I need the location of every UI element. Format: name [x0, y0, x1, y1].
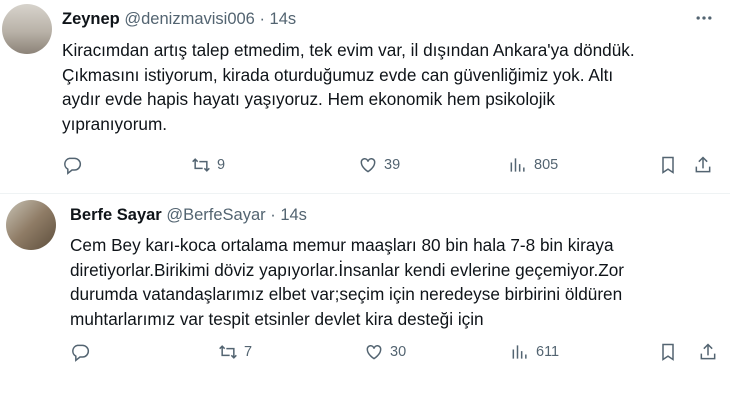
- author-name[interactable]: Zeynep: [62, 10, 120, 28]
- bookmark-icon: [662, 343, 674, 361]
- tweet-line: Kiracımdan artış talep etmedim, tek evim…: [62, 40, 635, 60]
- author-handle[interactable]: @BerfeSayar: [166, 206, 265, 224]
- tweet-line: yıpranıyorum.: [62, 113, 168, 134]
- share-icon: [695, 156, 711, 173]
- share-icon: [700, 343, 716, 360]
- tweet-text: Cem Bey karı-koca ortalama memur maaşlar…: [70, 233, 624, 331]
- views-icon: [512, 345, 527, 359]
- reply-button[interactable]: [70, 342, 96, 362]
- tweet-line: Çıkmasını istiyorum, kirada oturduğumuz …: [62, 64, 614, 85]
- tweet-text: Kiracımdan artış talep etmedim, tek evim…: [62, 38, 635, 136]
- separator: ·: [270, 206, 276, 224]
- separator: ·: [259, 10, 265, 28]
- reply-button[interactable]: [62, 155, 88, 175]
- tweet-header: Berfe Sayar @BerfeSayar · 14s: [70, 206, 307, 225]
- tweet[interactable]: Berfe Sayar @BerfeSayar · 14s Cem Bey ka…: [0, 194, 730, 420]
- timestamp[interactable]: 14s: [280, 206, 307, 224]
- action-bar: 7 30 611: [0, 342, 730, 366]
- tweet-line: Cem Bey karı-koca ortalama memur maaşlar…: [70, 235, 614, 255]
- tweet-line: muhtarlarımız var tespit etsinler devlet…: [70, 308, 484, 329]
- views-icon: [510, 158, 525, 172]
- views-button[interactable]: 611: [510, 342, 559, 362]
- like-count: 30: [390, 344, 407, 360]
- view-count: 611: [536, 344, 560, 360]
- like-button[interactable]: 39: [358, 155, 400, 175]
- more-button[interactable]: [694, 8, 722, 28]
- share-button[interactable]: [693, 155, 713, 175]
- like-count: 39: [384, 157, 401, 173]
- retweet-count: 7: [244, 344, 253, 360]
- view-count: 805: [534, 157, 559, 173]
- bookmark-icon: [662, 156, 674, 174]
- timestamp[interactable]: 14s: [270, 10, 297, 28]
- retweet-icon: [219, 345, 237, 359]
- avatar[interactable]: [2, 4, 52, 54]
- tweet-line: diretiyorlar.Birikimi döviz yapıyorlar.İ…: [70, 259, 625, 280]
- tweet-line: aydır evde hapis hayatı yaşıyoruz. Hem e…: [62, 89, 555, 109]
- views-button[interactable]: 805: [508, 155, 558, 175]
- reply-icon: [64, 157, 82, 175]
- like-button[interactable]: 30: [364, 342, 406, 362]
- action-bar: 9 39 805: [0, 155, 730, 179]
- reply-icon: [72, 344, 90, 362]
- author-handle[interactable]: @denizmavisi006: [124, 10, 254, 28]
- retweet-button[interactable]: 7: [218, 342, 252, 362]
- avatar[interactable]: [6, 200, 56, 250]
- tweet-header: Zeynep @denizmavisi006 · 14s: [62, 10, 296, 29]
- heart-icon: [360, 157, 376, 173]
- retweet-icon: [192, 158, 210, 172]
- tweet-line: durumda vatandaşlarımız elbet var;seçim …: [70, 284, 623, 304]
- heart-icon: [366, 344, 382, 360]
- bookmark-button[interactable]: [658, 155, 678, 175]
- author-name[interactable]: Berfe Sayar: [70, 206, 162, 224]
- retweet-button[interactable]: 9: [191, 155, 225, 175]
- tweet[interactable]: Zeynep @denizmavisi006 · 14s Kiracımdan …: [0, 0, 730, 193]
- more-dots-icon: [696, 16, 712, 20]
- bookmark-button[interactable]: [658, 342, 678, 362]
- share-button[interactable]: [698, 342, 718, 362]
- retweet-count: 9: [217, 157, 226, 173]
